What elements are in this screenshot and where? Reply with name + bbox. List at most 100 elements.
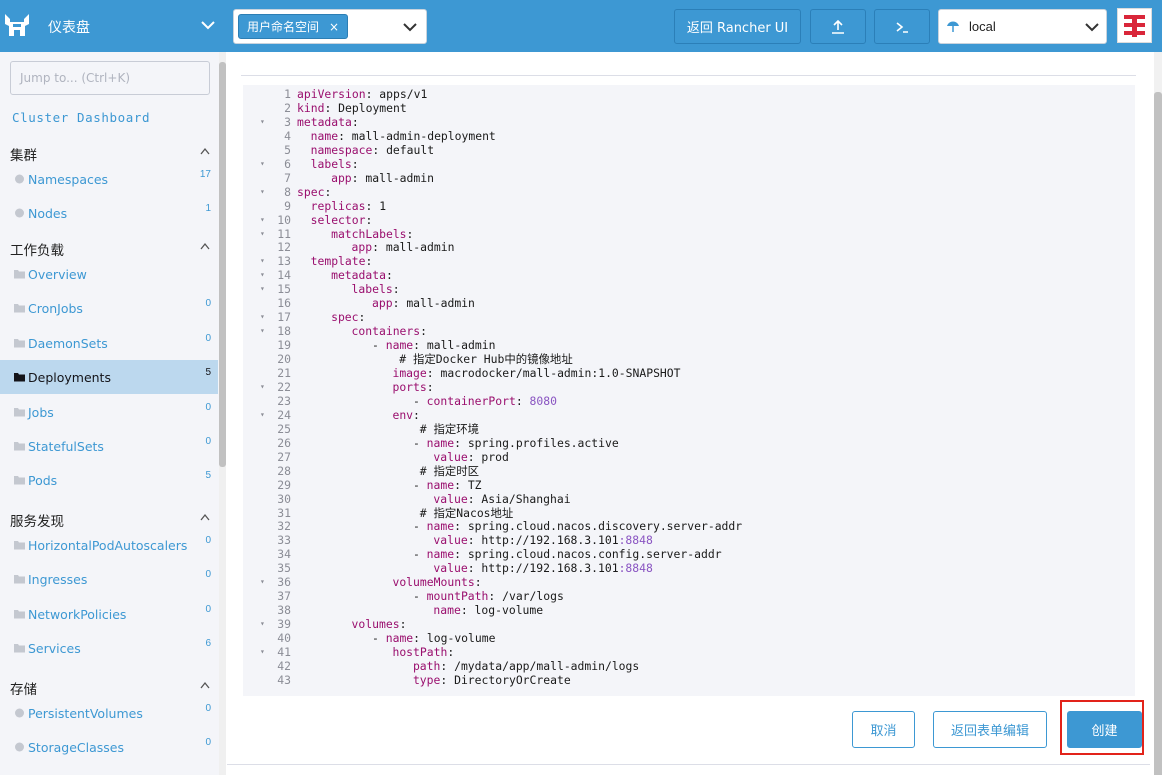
yaml-value: spring.cloud.nacos.discovery.server-addr <box>467 519 743 534</box>
main-scroll-thumb[interactable] <box>1154 92 1162 775</box>
line-number: 19 <box>277 338 291 353</box>
yaml-entry: labels: <box>311 157 359 171</box>
comment-text: # 指定Docker Hub中的镜像地址 <box>399 352 573 367</box>
sidebar-scrollbar[interactable] <box>219 52 226 775</box>
sidebar-item-count: 0 <box>205 603 211 615</box>
line-number: 27 <box>277 449 291 464</box>
sidebar-item-count: 6 <box>205 638 211 650</box>
line-number: 39 <box>277 617 291 632</box>
fold-toggle-icon[interactable]: ▾ <box>260 380 266 394</box>
fold-toggle-icon[interactable]: ▾ <box>260 408 266 422</box>
kubectl-shell-button[interactable] <box>874 9 930 44</box>
fold-toggle-icon[interactable]: ▾ <box>260 213 266 227</box>
fold-toggle-icon[interactable]: ▾ <box>260 310 266 324</box>
user-avatar[interactable] <box>1117 8 1152 43</box>
close-icon[interactable]: × <box>329 20 339 34</box>
fold-toggle-icon[interactable]: ▾ <box>260 645 266 659</box>
code-line: 8 ▾ spec: <box>243 185 1135 199</box>
chevron-up-icon[interactable] <box>200 242 210 250</box>
yaml-editor[interactable]: 1 apiVersion: apps/v1 2 kind: Deployment 3 ▾ m… <box>243 85 1135 696</box>
yaml-colon: : <box>420 324 427 339</box>
yaml-key: path <box>412 658 441 673</box>
yaml-colon: : <box>385 268 393 283</box>
folder-icon <box>14 442 25 451</box>
fold-toggle-icon[interactable]: ▾ <box>260 617 266 631</box>
yaml-value: /var/logs <box>502 589 564 604</box>
chevron-up-icon[interactable] <box>200 513 210 521</box>
fold-toggle-icon[interactable]: ▾ <box>260 254 266 268</box>
fold-toggle-icon[interactable]: ▾ <box>260 227 266 241</box>
sidebar-item-daemonsets[interactable]: DaemonSets 0 <box>0 326 218 360</box>
yaml-entry: spec: <box>297 185 331 199</box>
sidebar-item-statefulsets[interactable]: StatefulSets 0 <box>0 429 218 463</box>
yaml-value: Asia/Shanghai <box>481 491 571 506</box>
cluster-selector[interactable]: local <box>938 9 1107 44</box>
back-to-rancher-button[interactable]: 返回 Rancher UI <box>674 9 801 44</box>
yaml-value: /mydata/app/mall-admin/logs <box>454 658 640 673</box>
fold-toggle-icon[interactable]: ▾ <box>260 157 266 171</box>
chevron-down-icon[interactable] <box>1084 20 1100 34</box>
sidebar-item-cronjobs[interactable]: CronJobs 0 <box>0 291 218 325</box>
sidebar-group-label: 服务发现 <box>10 514 64 530</box>
yaml-key: name <box>385 338 414 353</box>
chevron-up-icon[interactable] <box>200 147 210 155</box>
sidebar-item-storageclasses[interactable]: StorageClasses 0 <box>0 730 218 764</box>
folder-icon <box>14 338 25 348</box>
yaml-key: template <box>310 254 366 269</box>
import-yaml-button[interactable] <box>810 9 866 44</box>
fold-toggle-icon[interactable]: ▾ <box>260 185 266 199</box>
line-number: 26 <box>277 435 291 450</box>
back-to-form-button[interactable]: 返回表单编辑 <box>933 711 1047 748</box>
code-line: 23 - containerPort: 8080 <box>243 394 1135 408</box>
yaml-value: 8080 <box>529 393 557 408</box>
yaml-colon: : <box>467 491 475 506</box>
circle-icon <box>15 708 24 718</box>
sidebar-item-horizontalpodautoscalers[interactable]: HorizontalPodAutoscalers 0 <box>0 528 218 562</box>
code-line: 13 ▾ template: <box>243 254 1135 268</box>
sidebar-item-ingresses[interactable]: Ingresses 0 <box>0 562 218 596</box>
namespace-filter[interactable]: 用户命名空间 × <box>233 9 427 44</box>
yaml-value: prod <box>481 449 509 464</box>
code-line: 10 ▾ selector: <box>243 213 1135 227</box>
yaml-entry: app: mall-admin <box>352 240 455 254</box>
yaml-key: image <box>392 366 427 380</box>
yaml-entry: app: mall-admin <box>372 296 475 310</box>
sidebar-item-overview[interactable]: Overview <box>0 257 218 291</box>
namespace-chip[interactable]: 用户命名空间 × <box>238 14 349 39</box>
chevron-down-icon[interactable] <box>402 20 418 34</box>
line-number: 3 <box>284 114 291 129</box>
fold-toggle-icon[interactable]: ▾ <box>260 282 266 296</box>
sidebar-item-nodes[interactable]: Nodes 1 <box>0 196 218 230</box>
sidebar-group-label: 工作负载 <box>10 243 64 259</box>
sidebar-item-persistentvolumes[interactable]: PersistentVolumes 0 <box>0 696 218 730</box>
yaml-value: mall-admin <box>365 170 434 185</box>
sidebar-item-namespaces[interactable]: Namespaces 17 <box>0 162 218 196</box>
sidebar-item-jobs[interactable]: Jobs 0 <box>0 395 218 429</box>
fold-toggle-icon[interactable]: ▾ <box>260 115 266 129</box>
cancel-button[interactable]: 取消 <box>852 711 915 748</box>
yaml-colon: : <box>440 658 448 673</box>
fold-toggle-icon[interactable]: ▾ <box>260 575 266 589</box>
fold-toggle-icon[interactable]: ▾ <box>260 268 266 282</box>
sidebar-item-services[interactable]: Services 6 <box>0 631 218 665</box>
yaml-entry: name: mall-admin-deployment <box>311 129 496 143</box>
chevron-up-icon[interactable] <box>200 681 210 689</box>
brand-switcher[interactable]: 仪表盘 <box>0 0 226 52</box>
main-scrollbar[interactable] <box>1154 52 1162 775</box>
cluster-dashboard-link[interactable]: Cluster Dashboard <box>12 110 150 125</box>
jump-to-input[interactable]: Jump to... (Ctrl+K) <box>10 61 210 95</box>
yaml-entry: matchLabels: <box>331 227 413 241</box>
sidebar-item-networkpolicies[interactable]: NetworkPolicies 0 <box>0 597 218 631</box>
folder-icon <box>14 304 25 313</box>
sidebar-item-pods[interactable]: Pods 5 <box>0 463 218 497</box>
line-number: 9 <box>284 198 291 213</box>
sidebar-item-deployments[interactable]: Deployments 5 <box>0 360 218 395</box>
code-line: 43 type: DirectoryOrCreate <box>243 673 1135 687</box>
yaml-key: mountPath <box>426 589 489 604</box>
yaml-value: log-volume <box>474 603 544 618</box>
fold-toggle-icon[interactable]: ▾ <box>260 324 266 338</box>
sidebar-scroll-thumb[interactable] <box>219 62 226 467</box>
yaml-key: volumeMounts <box>392 575 475 590</box>
chevron-down-icon[interactable] <box>200 17 216 33</box>
line-number: 15 <box>277 282 291 297</box>
